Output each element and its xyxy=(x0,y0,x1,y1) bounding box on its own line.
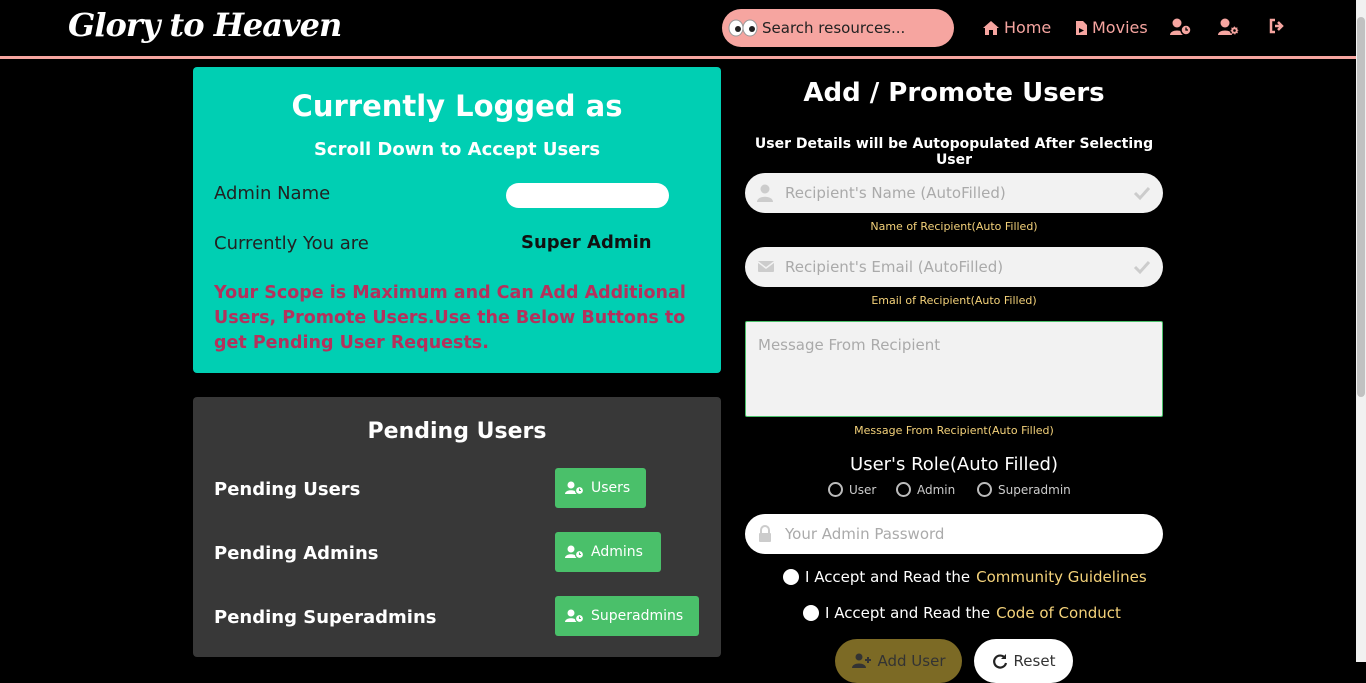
radio-circle[interactable] xyxy=(896,482,911,497)
page-scrollbar[interactable] xyxy=(1356,0,1366,662)
pending-admins-button-label: Admins xyxy=(591,544,643,560)
pending-users-card: Pending Users Pending Users Users Pendin… xyxy=(193,397,721,657)
search-bar[interactable] xyxy=(722,9,954,47)
eyes-icon xyxy=(728,19,758,37)
recipient-email-hint: Email of Recipient(Auto Filled) xyxy=(871,294,1037,307)
recipient-message-hint: Message From Recipient(Auto Filled) xyxy=(854,424,1054,437)
file-video-icon xyxy=(1076,20,1087,35)
accept-conduct-row[interactable]: I Accept and Read the Code of Conduct xyxy=(803,604,1121,622)
recipient-email-input[interactable] xyxy=(785,247,1125,287)
pending-superadmins-button[interactable]: Superadmins xyxy=(555,596,699,636)
radio-circle[interactable] xyxy=(977,482,992,497)
role-label: Currently You are xyxy=(214,233,369,254)
role-radio-user[interactable]: User xyxy=(828,482,876,497)
form-title: Add / Promote Users xyxy=(803,78,1105,108)
admin-password-input[interactable] xyxy=(785,514,1125,554)
user-clock-icon[interactable] xyxy=(1170,18,1192,36)
sign-out-icon[interactable] xyxy=(1268,18,1286,34)
reset-label: Reset xyxy=(1013,652,1056,670)
user-icon xyxy=(757,184,773,202)
user-cog-icon[interactable] xyxy=(1218,18,1240,36)
admin-name-label: Admin Name xyxy=(214,183,331,204)
nav-movies-label: Movies xyxy=(1092,18,1148,37)
nav-movies-link[interactable]: Movies xyxy=(1075,18,1148,37)
refresh-icon xyxy=(992,654,1007,669)
user-clock-icon xyxy=(565,481,585,495)
pending-admins-label: Pending Admins xyxy=(214,543,379,564)
accept-guidelines-row[interactable]: I Accept and Read the Community Guidelin… xyxy=(783,568,1147,586)
pending-users-button-label: Users xyxy=(591,480,631,496)
recipient-message-textarea[interactable] xyxy=(745,321,1163,417)
check-icon xyxy=(1133,186,1151,201)
brand-logo[interactable]: Glory to Heaven xyxy=(68,6,342,44)
add-user-label: Add User xyxy=(877,652,946,670)
check-icon xyxy=(1133,260,1151,275)
search-input[interactable] xyxy=(762,9,942,47)
scrollbar-thumb[interactable] xyxy=(1357,17,1365,397)
current-user-title: Currently Logged as xyxy=(291,89,623,123)
role-radio-superadmin[interactable]: Superadmin xyxy=(977,482,1071,497)
recipient-name-hint: Name of Recipient(Auto Filled) xyxy=(870,220,1038,233)
accept-guidelines-text: I Accept and Read the xyxy=(805,568,971,586)
code-of-conduct-link[interactable]: Code of Conduct xyxy=(996,604,1121,622)
radio-circle[interactable] xyxy=(828,482,843,497)
nav-home-link[interactable]: Home xyxy=(982,18,1051,37)
pending-users-button[interactable]: Users xyxy=(555,468,646,508)
recipient-name-field[interactable] xyxy=(745,173,1163,213)
role-superadmin-label: Superadmin xyxy=(998,482,1071,497)
lock-icon xyxy=(759,525,771,542)
current-user-card: Currently Logged as Scroll Down to Accep… xyxy=(193,67,721,373)
accept-guidelines-radio[interactable] xyxy=(783,569,799,585)
pending-superadmins-button-label: Superadmins xyxy=(591,608,684,624)
home-icon xyxy=(983,20,999,35)
admin-name-value xyxy=(506,183,669,208)
role-value: Super Admin xyxy=(521,232,652,253)
current-user-subtitle: Scroll Down to Accept Users xyxy=(313,139,601,160)
pending-users-label: Pending Users xyxy=(214,479,361,500)
accept-conduct-text: I Accept and Read the xyxy=(825,604,991,622)
recipient-name-input[interactable] xyxy=(785,173,1125,213)
community-guidelines-link[interactable]: Community Guidelines xyxy=(976,568,1147,586)
user-clock-icon xyxy=(565,609,585,623)
user-clock-icon xyxy=(565,545,585,559)
pending-admins-button[interactable]: Admins xyxy=(555,532,661,572)
role-user-label: User xyxy=(849,482,877,497)
navbar: Glory to Heaven Home Movies xyxy=(0,0,1356,59)
recipient-email-field[interactable] xyxy=(745,247,1163,287)
user-plus-icon xyxy=(851,653,871,668)
scope-message: Your Scope is Maximum and Can Add Additi… xyxy=(214,283,686,353)
role-title: User's Role(Auto Filled) xyxy=(850,454,1058,475)
pending-title: Pending Users xyxy=(367,419,547,444)
nav-home-label: Home xyxy=(1004,18,1052,37)
admin-password-field[interactable] xyxy=(745,514,1163,554)
reset-button[interactable]: Reset xyxy=(974,639,1073,683)
form-subtitle: User Details will be Autopopulated After… xyxy=(754,136,1154,168)
role-admin-label: Admin xyxy=(917,482,956,497)
pending-superadmins-label: Pending Superadmins xyxy=(214,607,437,628)
accept-conduct-radio[interactable] xyxy=(803,605,819,621)
envelope-icon xyxy=(757,261,775,272)
add-user-button[interactable]: Add User xyxy=(835,639,962,683)
role-radio-admin[interactable]: Admin xyxy=(896,482,955,497)
